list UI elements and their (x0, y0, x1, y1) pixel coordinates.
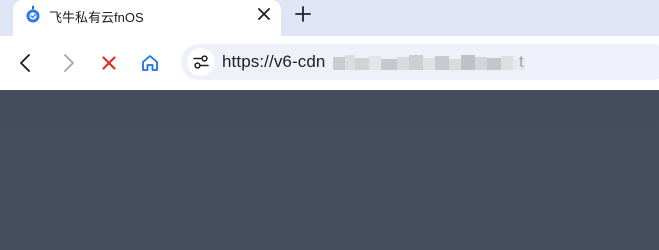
address-bar[interactable]: https://v6-cdn t (181, 44, 659, 80)
forward-button[interactable] (55, 50, 81, 76)
back-arrow-icon (13, 50, 39, 76)
stop-button[interactable] (96, 50, 122, 76)
close-icon[interactable] (257, 7, 271, 21)
home-icon (137, 50, 163, 76)
active-tab[interactable]: 飞牛私有云fnOS (13, 0, 281, 36)
tab-title: 飞牛私有云fnOS (49, 10, 144, 25)
page-content-area (0, 90, 659, 250)
home-button[interactable] (137, 50, 163, 76)
url-text[interactable]: https://v6-cdn (222, 52, 325, 72)
new-tab-button[interactable] (290, 1, 316, 27)
fnos-logo-icon (25, 5, 41, 23)
browser-toolbar: https://v6-cdn t (0, 36, 659, 90)
plus-icon (290, 6, 316, 31)
site-info-button[interactable] (187, 48, 215, 76)
tab-strip: 飞牛私有云fnOS (0, 0, 659, 36)
stop-x-icon (96, 50, 122, 76)
redacted-url-region (333, 54, 525, 72)
forward-arrow-icon (55, 50, 81, 76)
url-trailing-text: t (519, 52, 524, 71)
back-button[interactable] (13, 50, 39, 76)
